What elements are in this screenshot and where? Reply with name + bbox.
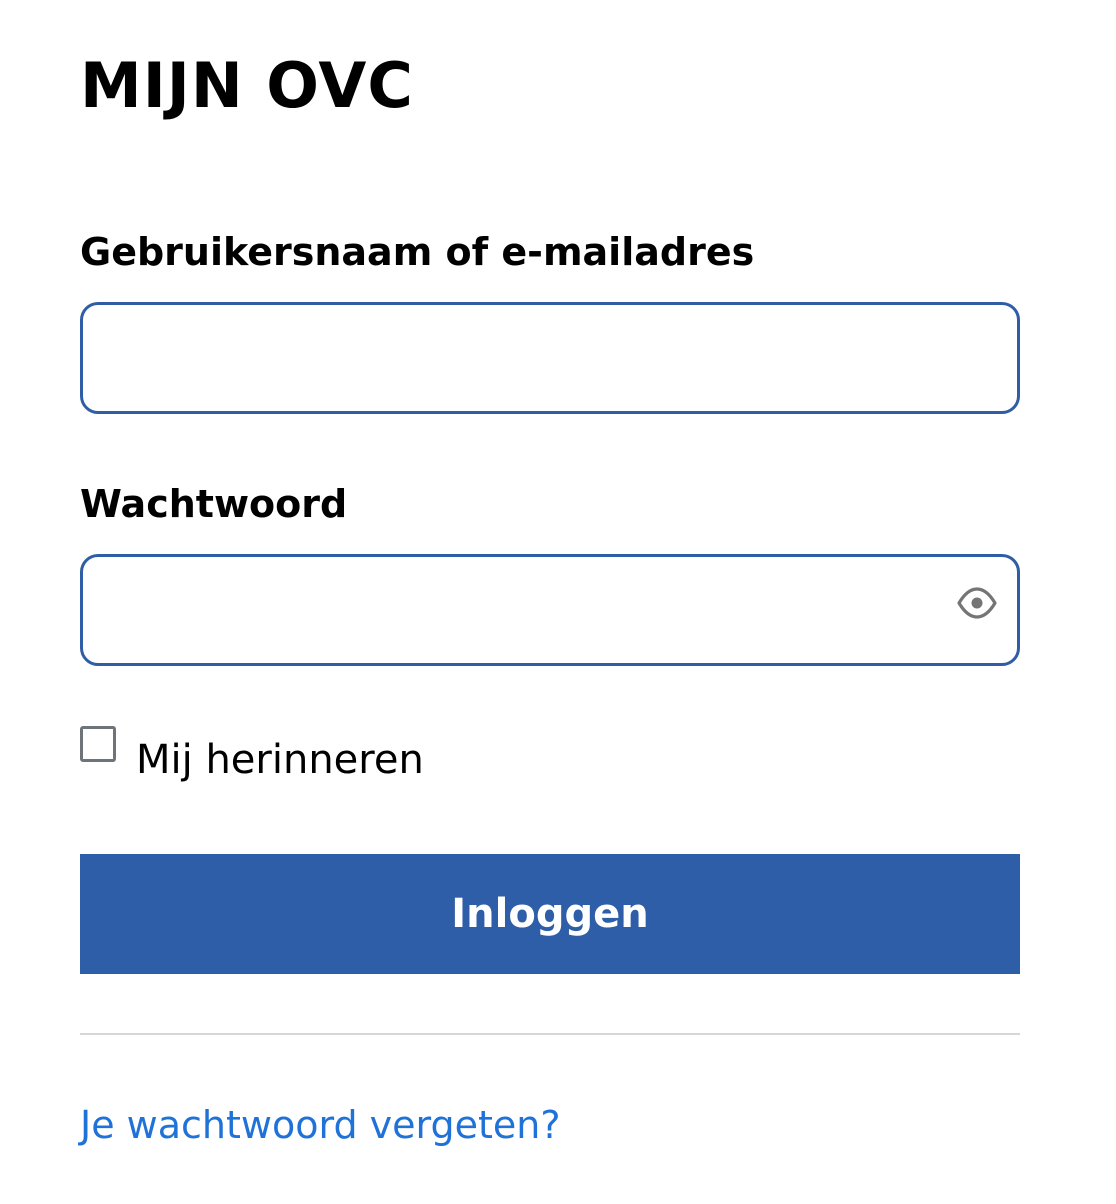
divider	[80, 1033, 1020, 1035]
brand-title: MIJN OVC	[80, 49, 414, 122]
remember-me-checkbox[interactable]	[80, 726, 116, 762]
password-input[interactable]	[83, 557, 1017, 663]
forgot-password-link[interactable]: Je wachtwoord vergeten?	[80, 1100, 561, 1150]
remember-me-label: Mij herinneren	[136, 737, 424, 783]
login-button[interactable]: Inloggen	[80, 854, 1020, 974]
password-field-container	[80, 554, 1020, 666]
username-label: Gebruikersnaam of e-mailadres	[80, 230, 755, 274]
eye-icon-graphic	[957, 587, 997, 619]
password-label: Wachtwoord	[80, 482, 348, 526]
eye-icon[interactable]	[955, 581, 999, 625]
username-input[interactable]	[83, 305, 1017, 411]
username-field-container	[80, 302, 1020, 414]
